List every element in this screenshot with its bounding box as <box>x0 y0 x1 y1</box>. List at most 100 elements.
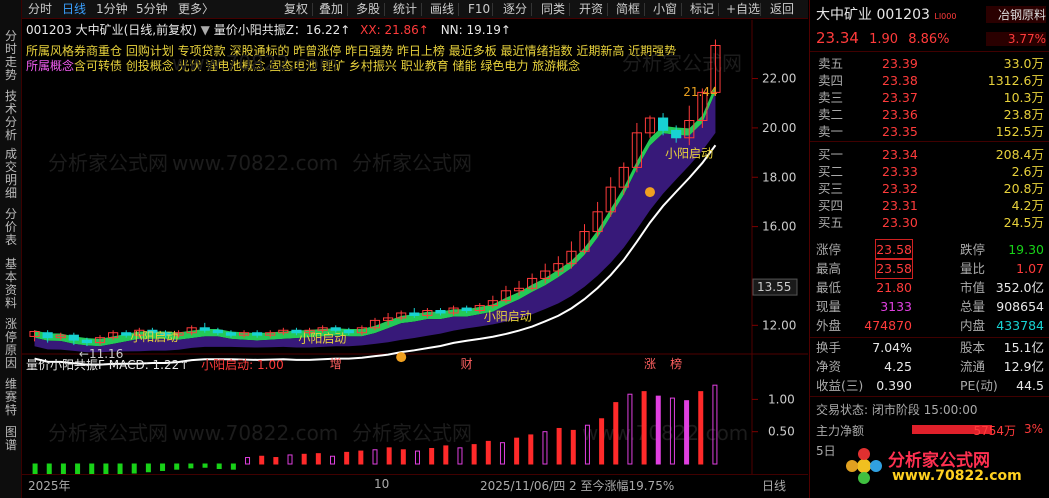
candle-body <box>225 332 237 336</box>
vtab-profile[interactable]: 基本资料 <box>2 258 20 310</box>
toolbar-draw[interactable]: 画线 <box>430 2 454 17</box>
toolbar-intraday[interactable]: 分时 <box>28 2 52 17</box>
toolbar-minute[interactable]: 逐分 <box>503 2 527 17</box>
stat-row: 收益(三) 0.390 PE(动) 44.5 <box>810 376 1049 395</box>
toolbar-simple[interactable]: 简框 <box>616 2 640 17</box>
quote-title: 大中矿业 001203 LI000 <box>816 4 956 24</box>
macd-bar <box>358 450 364 465</box>
toolbar-mark[interactable]: 标记 <box>690 2 714 17</box>
watermark: www.70822.com <box>172 421 338 445</box>
bid-row[interactable]: 买四 23.31 4.2万 <box>810 197 1049 214</box>
stat-value: 4.25 <box>884 359 912 374</box>
stat-value-2: 433784 <box>996 318 1044 333</box>
macd-bar <box>613 402 619 465</box>
macd-bar <box>259 455 265 465</box>
toolbar-f10[interactable]: F10 <box>468 2 490 17</box>
toolbar-overlay[interactable]: 叠加 <box>319 2 343 17</box>
toolbar-peers[interactable]: 同类 <box>541 2 565 17</box>
vtab-graph[interactable]: 图谱 <box>2 426 20 452</box>
price-tick-label: 18.00 <box>762 170 796 184</box>
toolbar-open[interactable]: 开资 <box>579 2 603 17</box>
vtab-vst[interactable]: 维赛特 <box>2 378 20 417</box>
toolbar-adjust[interactable]: 复权 <box>284 2 308 17</box>
stat-row: 最低 21.80 市值 352.0亿 <box>810 278 1049 297</box>
stat-label-2: 跌停 <box>960 242 986 257</box>
quote-code: 001203 <box>876 7 930 23</box>
ask-row[interactable]: 卖一 23.35 152.5万 <box>810 123 1049 140</box>
macd-bar <box>641 391 647 465</box>
order-price: 23.36 <box>882 107 918 122</box>
candle-body <box>212 329 223 334</box>
toolbar-add-watchlist[interactable]: +自选 <box>726 2 760 17</box>
ask-row[interactable]: 卖四 23.38 1312.6万 <box>810 72 1049 89</box>
macd-bar <box>202 463 208 468</box>
ask-row[interactable]: 卖三 23.37 10.3万 <box>810 89 1049 106</box>
toolbar-multi[interactable]: 多股 <box>356 2 380 17</box>
vtab-technical[interactable]: 技术分析 <box>2 90 20 142</box>
macd-bar <box>89 463 95 474</box>
stat-row: 外盘 474870 内盘 433784 <box>810 316 1049 335</box>
macd-bar <box>414 450 420 465</box>
stat-value-2: 15.1亿 <box>1003 340 1044 355</box>
stat-value-2: 12.9亿 <box>1003 359 1044 374</box>
order-volume: 10.3万 <box>1003 90 1044 105</box>
toolbar-daily[interactable]: 日线 <box>62 2 86 17</box>
industry-tag-pct: 3.77% <box>986 32 1046 46</box>
toolbar-back[interactable]: 返回 <box>770 2 794 17</box>
order-volume: 20.8万 <box>1003 181 1044 196</box>
stat-label-2: PE(动) <box>960 378 998 393</box>
bid-row[interactable]: 买三 23.32 20.8万 <box>810 180 1049 197</box>
macd-bar <box>287 454 293 465</box>
toolbar-more[interactable]: 更多〉 <box>178 2 214 17</box>
bid-row[interactable]: 买一 23.34 208.4万 <box>810 146 1049 163</box>
order-level-label: 卖四 <box>818 73 844 88</box>
quote-change: 1.90 <box>869 32 899 47</box>
event-marker: 涨 <box>644 356 656 371</box>
macd-bar <box>117 463 123 474</box>
stat-value: 21.80 <box>876 280 912 295</box>
order-level-label: 卖五 <box>818 56 844 71</box>
order-volume: 4.2万 <box>1011 198 1044 213</box>
candle-body <box>461 307 472 312</box>
main-flow-value: 5754万 <box>973 424 1016 438</box>
axis-date-info: 2025/11/06/四 2 至今涨幅19.75% <box>480 479 675 493</box>
vtab-price-table[interactable]: 分价表 <box>2 208 20 247</box>
vtab-trades[interactable]: 成交明细 <box>2 148 20 200</box>
ask-row[interactable]: 卖二 23.36 23.8万 <box>810 106 1049 123</box>
macd-bar <box>684 400 690 465</box>
watermark: www.70822.com <box>172 51 338 75</box>
vtab-limit-reason[interactable]: 涨停原因 <box>2 318 20 370</box>
macd-bar <box>556 427 562 465</box>
vtab-intraday[interactable]: 分时走势 <box>2 30 20 82</box>
event-marker: 榜 <box>670 356 682 371</box>
bid-row[interactable]: 买二 23.33 2.6万 <box>810 163 1049 180</box>
candle-body <box>409 312 420 316</box>
stat-label: 现量 <box>816 299 842 314</box>
vertical-tab-bar: 分时走势 技术分析 成交明细 分价表 基本资料 涨停原因 维赛特 图谱 <box>0 0 22 498</box>
stat-label: 最低 <box>816 280 842 295</box>
order-price: 23.30 <box>882 215 918 230</box>
order-price: 23.39 <box>882 56 918 71</box>
industry-tag[interactable]: 冶钢原料 <box>986 6 1046 23</box>
toolbar-1min[interactable]: 1分钟 <box>96 2 128 17</box>
ask-row[interactable]: 卖五 23.39 33.0万 <box>810 55 1049 72</box>
moneybag-icon <box>644 187 655 198</box>
toolbar-small-window[interactable]: 小窗 <box>653 2 677 17</box>
order-level-label: 买四 <box>818 198 844 213</box>
macd-bar <box>160 463 166 471</box>
macd-bar <box>499 442 505 465</box>
macd-name: 量价小阳共振F MACD: 1.22↑ <box>26 358 190 372</box>
macd-bar <box>429 447 435 465</box>
macd-bar <box>528 434 534 465</box>
macd-bar <box>315 453 321 465</box>
bid-row[interactable]: 买五 23.30 24.5万 <box>810 214 1049 231</box>
macd-bar <box>599 418 605 465</box>
macd-signal: 小阳启动: 1.00 <box>201 358 284 372</box>
toolbar-stats[interactable]: 统计 <box>393 2 417 17</box>
toolbar-5min[interactable]: 5分钟 <box>136 2 168 17</box>
watermark: www.70822.com <box>172 151 338 175</box>
kline-chart[interactable]: 分析家公式网 www.70822.com 分析家公式网www.70822.com分析… <box>22 20 808 474</box>
order-level-label: 卖一 <box>818 124 844 139</box>
macd-tick-label: 1.00 <box>768 392 795 406</box>
macd-bar <box>174 463 180 470</box>
